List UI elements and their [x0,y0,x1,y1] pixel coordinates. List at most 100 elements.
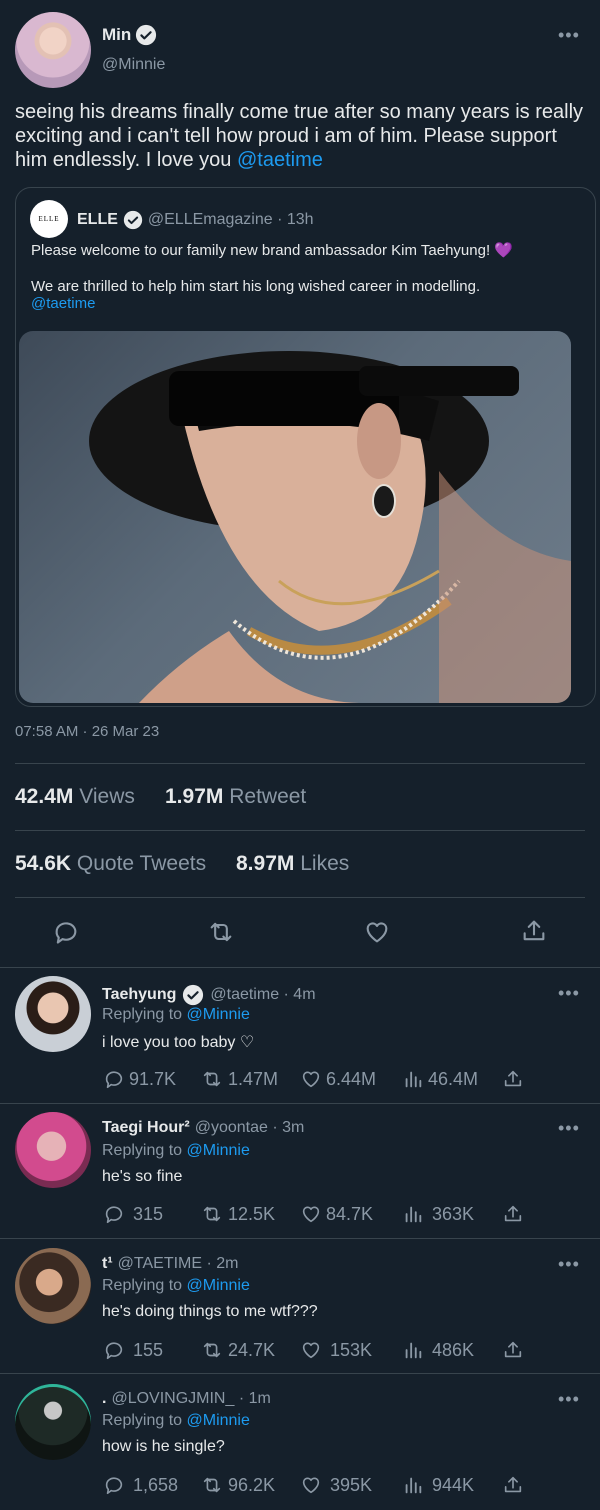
divider [0,1103,600,1104]
reply-retweet-button[interactable]: 1.47M [200,1068,278,1090]
reply-views-count: 944K [432,1474,475,1495]
reply-comment-count: 155 [133,1339,164,1360]
views-label: Views [79,785,135,808]
views-stat[interactable]: 42.4M Views [15,785,135,809]
replying-to-link[interactable]: @Minnie [187,1412,250,1429]
reply-avatar[interactable] [15,976,91,1052]
quoted-mention-link[interactable]: @taetime [31,295,95,312]
reply-comment-button[interactable]: 1,658 [103,1474,178,1496]
quotes-label: Quote Tweets [76,852,207,875]
retweet-icon[interactable] [206,918,236,946]
divider [15,830,585,831]
tweet-text: seeing his dreams finally come true afte… [15,100,590,172]
divider [0,967,600,968]
reply-icon[interactable] [52,918,80,946]
reply-handle-time: @LOVINGJMIN_ · 1m [111,1390,271,1407]
quoted-media-image[interactable] [19,331,571,703]
reply-like-button[interactable]: 6.44M [300,1068,376,1090]
divider [15,763,585,764]
reply-retweet-button[interactable]: 12.5K [200,1203,275,1225]
more-icon[interactable]: ••• [558,1390,580,1408]
likes-label: Likes [300,852,350,875]
retweets-stat[interactable]: 1.97M Retweet [165,785,306,809]
reply-text: how is he single? [102,1438,225,1455]
heart-icon[interactable] [362,918,392,946]
reply-like-button[interactable]: 395K [300,1474,372,1496]
replying-to: Replying to @Minnie [102,1412,250,1430]
more-icon[interactable]: ••• [558,1255,580,1273]
tweet-mention-link[interactable]: @taetime [237,149,323,171]
reply-display-name[interactable]: Taehyung [102,986,176,1004]
replying-to-link[interactable]: @Minnie [187,1142,250,1159]
verified-badge-icon [183,984,204,1006]
reply-avatar[interactable] [15,1112,91,1188]
reply-like-count: 395K [330,1474,373,1495]
quoted-text-line2: We are thrilled to help him start his lo… [31,278,481,295]
verified-badge-icon [136,24,157,46]
reply-avatar[interactable] [15,1248,91,1324]
share-icon[interactable] [502,1203,524,1225]
quoted-display-name[interactable]: ELLE [77,211,118,229]
views-count: 42.4M [15,785,74,808]
share-icon[interactable] [502,1339,524,1361]
more-icon[interactable]: ••• [558,1119,580,1137]
reply-handle-time: @TAETIME · 2m [117,1255,239,1272]
reply-display-name[interactable]: Taegi Hour² [102,1119,190,1137]
reply-comment-button[interactable]: 315 [103,1203,163,1225]
replying-to-label: Replying to [102,1006,183,1023]
author-name-row[interactable]: Min [102,24,157,46]
reply-handle-time: @taetime · 4m [210,986,316,1003]
share-icon[interactable] [502,1068,524,1090]
reply-views-count: 486K [432,1339,475,1360]
quoted-header: ELLE @ELLEmagazine · 13h [77,210,314,230]
replying-to: Replying to @Minnie [102,1142,250,1160]
replying-to-label: Replying to [102,1142,183,1159]
reply-like-count: 6.44M [326,1068,377,1089]
author-avatar[interactable] [15,12,91,88]
reply-views-button[interactable]: 486K [402,1339,474,1361]
replying-to: Replying to @Minnie [102,1006,250,1024]
quotes-stat[interactable]: 54.6K Quote Tweets [15,852,206,876]
more-icon[interactable]: ••• [558,26,580,44]
replying-to-link[interactable]: @Minnie [187,1277,250,1294]
share-icon[interactable] [520,917,548,945]
replying-to-link[interactable]: @Minnie [187,1006,250,1023]
heart-icon [302,1342,320,1359]
reply-display-name[interactable]: . [102,1390,106,1408]
elle-avatar[interactable]: ELLE [30,200,68,238]
divider [15,897,585,898]
retweet-icon [203,1342,221,1358]
divider [0,1373,600,1374]
reply-header: t¹ @TAETIME · 2m [102,1255,239,1273]
reply-views-button[interactable]: 46.4M [402,1068,478,1090]
reply-retweet-count: 24.7K [228,1339,276,1360]
quotes-count: 54.6K [15,852,72,875]
tweet-timestamp: 07:58 AM · 26 Mar 23 [15,723,160,740]
replying-to-label: Replying to [102,1277,183,1294]
author-display-name: Min [102,25,132,44]
reply-header: Taehyung @taetime · 4m [102,984,316,1006]
reply-retweet-button[interactable]: 96.2K [200,1474,275,1496]
reply-retweet-button[interactable]: 24.7K [200,1339,275,1361]
likes-stat[interactable]: 8.97M Likes [236,852,349,876]
portrait-photo [89,351,571,703]
reply-comment-button[interactable]: 155 [103,1339,163,1361]
reply-views-button[interactable]: 944K [402,1474,474,1496]
reply-display-name[interactable]: t¹ [102,1255,113,1273]
reply-comment-button[interactable]: 91.7K [103,1068,176,1090]
retweet-icon [203,1071,221,1087]
reply-icon [105,1206,123,1224]
author-handle[interactable]: @Minnie [102,56,165,74]
reply-icon [105,1071,123,1089]
reply-like-button[interactable]: 153K [300,1339,372,1361]
likes-count: 8.97M [236,852,295,875]
reply-views-button[interactable]: 363K [402,1203,474,1225]
share-icon[interactable] [502,1474,524,1496]
reply-retweet-count: 96.2K [228,1474,276,1495]
reply-header: . @LOVINGJMIN_ · 1m [102,1390,271,1408]
more-icon[interactable]: ••• [558,984,580,1002]
reply-views-count: 363K [432,1203,475,1224]
reply-like-button[interactable]: 84.7K [300,1203,373,1225]
reply-avatar[interactable] [15,1384,91,1460]
retweets-count: 1.97M [165,785,224,808]
